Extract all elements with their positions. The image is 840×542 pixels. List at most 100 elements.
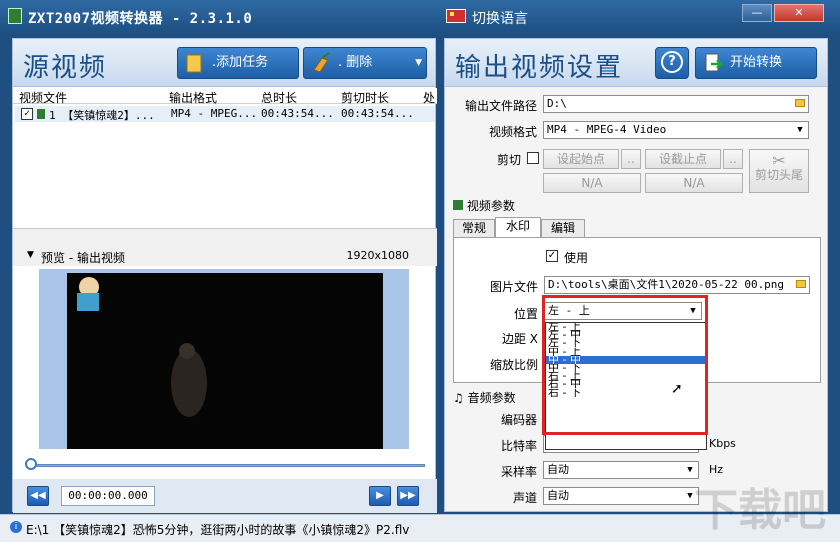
bitrate-label: 比特率 <box>500 439 537 453</box>
info-icon: i <box>10 521 22 533</box>
resolution-label: 1920x1080 <box>346 249 410 262</box>
switch-language-button[interactable]: 切换语言 <box>472 8 528 28</box>
channel-value: 自动 <box>547 489 569 502</box>
video-frame <box>67 273 383 449</box>
set-start-more-button[interactable]: .. <box>621 149 641 169</box>
folder-icon <box>184 52 206 74</box>
audio-params-section: ♫ 音频参数 <box>453 389 516 406</box>
output-path-label: 输出文件路径 <box>464 99 537 113</box>
video-format-label: 视频格式 <box>488 125 537 139</box>
tab-edit[interactable]: 编辑 <box>541 219 585 237</box>
margin-label: 边距 X <box>501 332 538 346</box>
row-cut: 00:43:54... <box>341 107 414 120</box>
image-file-field[interactable]: D:\tools\桌面\文件1\2020-05-22 00.png <box>544 276 810 294</box>
preview-label: 预览 - 输出视频 <box>41 251 125 265</box>
folder-icon[interactable] <box>796 280 806 288</box>
help-icon: ? <box>661 51 683 73</box>
col-file[interactable]: 视频文件 <box>19 89 169 106</box>
source-title: 源视频 <box>23 53 108 83</box>
row-checkbox[interactable]: ✓ <box>21 108 33 120</box>
use-label: 使用 <box>564 251 589 265</box>
help-button[interactable]: ? <box>655 47 689 79</box>
slider-knob[interactable] <box>25 458 37 470</box>
playback-bar: ◀◀ 00:00:00.000 ▶ ▶▶ <box>13 479 437 513</box>
samplerate-value: 自动 <box>547 463 569 476</box>
image-file-value: D:\tools\桌面\文件1\2020-05-22 00.png <box>548 278 785 291</box>
col-cut[interactable]: 剪切时长 <box>341 89 421 106</box>
row-file: 1 【笑镇惊魂2】... <box>49 109 155 122</box>
delete-label: . 删除 <box>338 55 373 70</box>
start-convert-label: 开始转换 <box>730 55 783 70</box>
fast-forward-button[interactable]: ▶▶ <box>397 486 419 506</box>
scale-label: 缩放比例 <box>489 358 538 372</box>
video-format-select[interactable]: MP4 - MPEG-4 Video ▼ <box>543 121 809 139</box>
chevron-down-icon[interactable]: ▼ <box>415 48 422 78</box>
row-duration: 00:43:54... <box>261 107 334 120</box>
bitrate-unit: Kbps <box>709 437 736 450</box>
output-path-field[interactable]: D:\ <box>543 95 809 113</box>
audio-params-label: 音频参数 <box>467 391 516 405</box>
close-button[interactable]: ✕ <box>774 4 824 22</box>
film-icon <box>453 200 463 210</box>
cut-head-tail-button[interactable]: ✂ 剪切头尾 <box>749 149 809 193</box>
preview-header: ▼ 预览 - 输出视频 1920x1080 <box>13 228 437 266</box>
col-more[interactable]: 处 <box>423 89 437 106</box>
source-video-panel: 源视频 .添加任务 . 删除 ▼ 视频文件 输出格式 总时长 剪切时长 处 ✓ … <box>12 38 437 513</box>
time-display: 00:00:00.000 <box>61 486 155 506</box>
samplerate-label: 采样率 <box>500 465 537 479</box>
add-task-label: .添加任务 <box>212 55 269 70</box>
rewind-button[interactable]: ◀◀ <box>27 486 49 506</box>
triangle-down-icon[interactable]: ▼ <box>27 250 34 260</box>
table-row[interactable]: ✓ 1 【笑镇惊魂2】... MP4 - MPEG... 00:43:54...… <box>15 106 435 122</box>
tab-watermark[interactable]: 水印 <box>495 217 541 237</box>
video-image <box>67 273 383 449</box>
set-end-more-button[interactable]: .. <box>723 149 743 169</box>
delete-button[interactable]: . 删除 ▼ <box>303 47 427 79</box>
col-format[interactable]: 输出格式 <box>169 89 257 106</box>
minimize-button[interactable]: — <box>742 4 772 22</box>
video-params-label: 视频参数 <box>466 199 515 213</box>
music-note-icon: ♫ <box>453 391 464 405</box>
position-label: 位置 <box>513 307 538 321</box>
cut-checkbox[interactable] <box>527 152 539 164</box>
video-params-section: 视频参数 <box>453 197 515 214</box>
samplerate-select[interactable]: 自动 ▼ <box>543 461 699 479</box>
image-file-label: 图片文件 <box>489 280 538 294</box>
add-task-button[interactable]: .添加任务 <box>177 47 299 79</box>
scissors-icon: ✂ <box>772 151 786 170</box>
start-convert-button[interactable]: 开始转换 <box>695 47 817 79</box>
flag-icon[interactable] <box>446 9 466 23</box>
output-path-value: D:\ <box>547 97 567 110</box>
end-point-field: N/A <box>645 173 743 193</box>
broom-icon <box>310 52 332 74</box>
slider-track[interactable] <box>33 464 425 467</box>
use-checkbox[interactable]: ✓ <box>546 250 558 262</box>
col-duration[interactable]: 总时长 <box>261 89 339 106</box>
output-header: 输出视频设置 ? 开始转换 <box>445 39 827 87</box>
app-icon <box>8 8 22 24</box>
channel-label: 声道 <box>512 491 537 505</box>
title-bar: ZXT2007视频转换器 - 2.3.1.0 切换语言 — ✕ <box>0 0 840 34</box>
set-end-button[interactable]: 设截止点 <box>645 149 721 169</box>
channel-select[interactable]: 自动 ▼ <box>543 487 699 505</box>
watermark-logo: 下载吧 <box>694 485 826 536</box>
cut-label: 剪切 <box>496 153 521 167</box>
row-format: MP4 - MPEG... <box>171 107 258 120</box>
output-title: 输出视频设置 <box>455 53 624 83</box>
preview-area <box>39 269 409 449</box>
window-title: ZXT2007视频转换器 - 2.3.1.0 <box>28 11 253 27</box>
chevron-down-icon[interactable]: ▼ <box>794 124 806 136</box>
tab-general[interactable]: 常规 <box>453 219 495 237</box>
video-format-value: MP4 - MPEG-4 Video <box>547 123 667 136</box>
convert-icon <box>702 52 725 74</box>
play-button[interactable]: ▶ <box>369 486 391 506</box>
highlight-box <box>542 295 708 435</box>
status-text: E:\1 【笑镇惊魂2】恐怖5分钟，逛街两小时的故事《小镇惊魂2》P2.flv <box>26 523 410 537</box>
progress-slider[interactable] <box>25 458 425 470</box>
folder-icon[interactable] <box>795 99 805 107</box>
output-settings-panel: 输出视频设置 ? 开始转换 输出文件路径 D:\ 视频格式 MP4 - MPEG… <box>444 38 828 512</box>
start-point-field: N/A <box>543 173 641 193</box>
video-file-icon <box>37 109 45 119</box>
set-start-button[interactable]: 设起始点 <box>543 149 619 169</box>
cut-head-tail-label: 剪切头尾 <box>754 168 803 182</box>
